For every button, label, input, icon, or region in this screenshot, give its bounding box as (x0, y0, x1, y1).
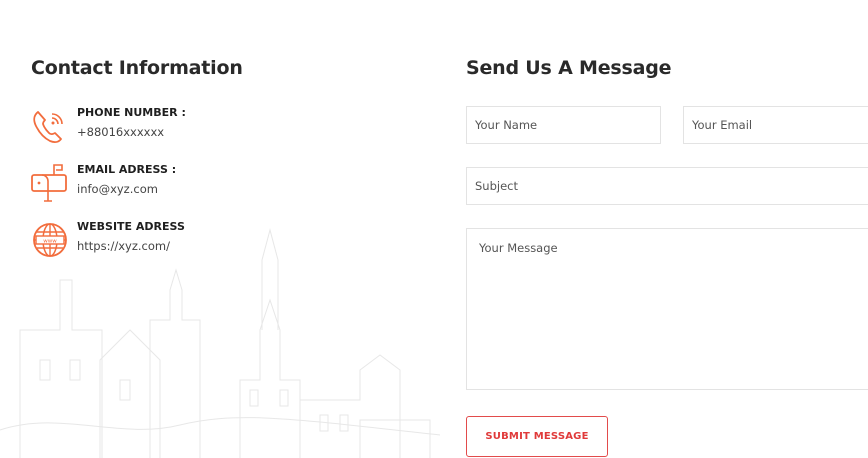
phone-value: +88016xxxxxx (77, 125, 165, 139)
send-message-title: Send Us A Message (466, 57, 672, 79)
website-value: https://xyz.com/ (77, 239, 170, 253)
website-label: WEBSITE ADRESS (77, 220, 185, 233)
phone-icon (33, 111, 63, 143)
submit-message-button[interactable]: SUBMIT MESSAGE (466, 416, 608, 457)
phone-label: PHONE NUMBER : (77, 106, 186, 119)
email-info: EMAIL ADRESS : info@xyz.com (30, 163, 330, 209)
email-value: info@xyz.com (77, 182, 158, 196)
message-textarea[interactable] (466, 228, 868, 390)
mailbox-icon (31, 164, 67, 202)
contact-info-title: Contact Information (31, 57, 243, 79)
contact-page: Contact Information PHONE NUMBER : +8801… (0, 0, 868, 458)
email-label: EMAIL ADRESS : (77, 163, 177, 176)
subject-input[interactable] (466, 167, 868, 205)
svg-text:www: www (43, 239, 57, 245)
phone-info: PHONE NUMBER : +88016xxxxxx (30, 106, 330, 152)
email-input[interactable] (683, 106, 868, 144)
name-input[interactable] (466, 106, 661, 144)
website-info: www WEBSITE ADRESS https://xyz.com/ (30, 220, 330, 266)
globe-icon: www (33, 223, 67, 257)
